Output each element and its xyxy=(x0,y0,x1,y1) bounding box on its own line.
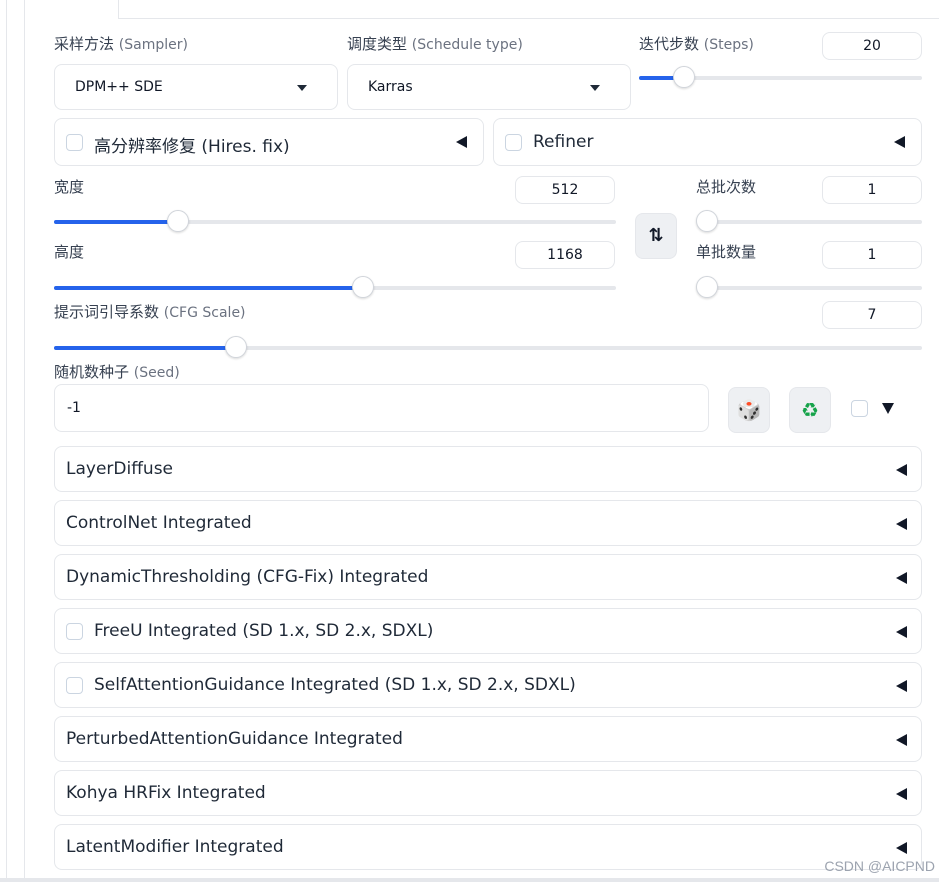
hires-fix-title: 高分辨率修复 (Hires. fix) xyxy=(94,137,290,157)
steps-input[interactable]: 20 xyxy=(822,32,922,60)
sampler-value: DPM++ SDE xyxy=(75,79,163,95)
accordion-title: LatentModifier Integrated xyxy=(66,837,284,857)
frame-divider xyxy=(6,0,7,882)
bottom-divider xyxy=(0,878,939,882)
sampler-dropdown[interactable]: DPM++ SDE xyxy=(54,64,338,110)
chevron-down-icon xyxy=(590,85,600,91)
caret-left-icon[interactable] xyxy=(896,680,907,692)
swap-dimensions-button[interactable]: ⇅ xyxy=(635,213,677,259)
accordion-dynamic-thresholding[interactable]: DynamicThresholding (CFG-Fix) Integrated xyxy=(54,554,922,600)
width-input[interactable]: 512 xyxy=(515,176,615,204)
batch-size-input[interactable]: 1 xyxy=(822,241,922,269)
batch-count-slider-thumb[interactable] xyxy=(696,210,718,232)
caret-left-icon[interactable] xyxy=(896,518,907,530)
swap-vertical-icon: ⇅ xyxy=(648,225,664,246)
accordion-title: Kohya HRFix Integrated xyxy=(66,783,266,803)
height-slider-fill xyxy=(54,286,363,290)
refiner-checkbox[interactable] xyxy=(505,134,522,151)
refiner-title: Refiner xyxy=(533,132,594,152)
accordion-self-attention-guidance[interactable]: SelfAttentionGuidance Integrated (SD 1.x… xyxy=(54,662,922,708)
batch-count-slider[interactable] xyxy=(696,210,922,232)
cfg-scale-label: 提示词引导系数 (CFG Scale) xyxy=(54,303,246,321)
batch-count-input[interactable]: 1 xyxy=(822,176,922,204)
accordion-title: SelfAttentionGuidance Integrated (SD 1.x… xyxy=(94,675,576,695)
left-frame xyxy=(0,0,25,882)
seed-value: -1 xyxy=(67,400,81,416)
sampler-label: 采样方法 (Sampler) xyxy=(54,35,188,53)
hires-fix-checkbox[interactable] xyxy=(66,134,83,151)
accordion-layerdiffuse[interactable]: LayerDiffuse xyxy=(54,446,922,492)
caret-down-icon[interactable] xyxy=(882,403,894,414)
width-slider[interactable] xyxy=(54,210,616,232)
caret-left-icon[interactable] xyxy=(896,842,907,854)
random-seed-button[interactable]: 🎲 xyxy=(728,387,770,433)
height-input[interactable]: 1168 xyxy=(515,241,615,269)
steps-slider-thumb[interactable] xyxy=(673,66,695,88)
accordion-title: PerturbedAttentionGuidance Integrated xyxy=(66,729,403,749)
caret-left-icon[interactable] xyxy=(456,136,467,148)
accordion-freeu[interactable]: FreeU Integrated (SD 1.x, SD 2.x, SDXL) xyxy=(54,608,922,654)
caret-left-icon[interactable] xyxy=(896,788,907,800)
recycle-icon: ♻ xyxy=(801,398,819,422)
schedule-type-value: Karras xyxy=(368,79,413,95)
batch-size-slider-thumb[interactable] xyxy=(696,276,718,298)
dice-icon: 🎲 xyxy=(736,398,762,422)
refiner-panel[interactable]: Refiner xyxy=(493,118,922,166)
caret-left-icon[interactable] xyxy=(896,734,907,746)
cfg-scale-input[interactable]: 7 xyxy=(822,301,922,329)
batch-size-slider[interactable] xyxy=(696,276,922,298)
accordion-perturbed-attention-guidance[interactable]: PerturbedAttentionGuidance Integrated xyxy=(54,716,922,762)
cfg-scale-slider-fill xyxy=(54,346,236,350)
schedule-type-label: 调度类型 (Schedule type) xyxy=(347,35,523,53)
batch-count-label: 总批次数 xyxy=(696,178,757,196)
width-slider-fill xyxy=(54,220,178,224)
accordion-kohya-hrfix[interactable]: Kohya HRFix Integrated xyxy=(54,770,922,816)
width-slider-thumb[interactable] xyxy=(167,210,189,232)
accordion-title: ControlNet Integrated xyxy=(66,513,252,533)
accordion-title: FreeU Integrated (SD 1.x, SD 2.x, SDXL) xyxy=(94,621,434,641)
caret-left-icon[interactable] xyxy=(896,464,907,476)
caret-left-icon[interactable] xyxy=(896,626,907,638)
caret-left-icon[interactable] xyxy=(896,572,907,584)
chevron-down-icon xyxy=(297,85,307,91)
steps-slider[interactable] xyxy=(639,66,922,88)
watermark: CSDN @AICPND xyxy=(824,858,935,874)
batch-size-label: 单批数量 xyxy=(696,243,757,261)
width-label: 宽度 xyxy=(54,178,85,196)
height-label: 高度 xyxy=(54,243,85,261)
height-slider[interactable] xyxy=(54,276,616,298)
seed-input[interactable]: -1 xyxy=(54,384,709,432)
steps-label: 迭代步数 (Steps) xyxy=(639,35,754,53)
freeu-checkbox[interactable] xyxy=(66,623,83,640)
schedule-type-dropdown[interactable]: Karras xyxy=(347,64,631,110)
self-attention-guidance-checkbox[interactable] xyxy=(66,677,83,694)
height-slider-thumb[interactable] xyxy=(352,276,374,298)
caret-left-icon[interactable] xyxy=(894,136,905,148)
accordion-controlnet[interactable]: ControlNet Integrated xyxy=(54,500,922,546)
extra-seed-checkbox[interactable] xyxy=(851,400,868,417)
tab-bar-stub xyxy=(118,0,939,19)
accordion-latent-modifier[interactable]: LatentModifier Integrated xyxy=(54,824,922,870)
cfg-scale-slider[interactable] xyxy=(54,336,922,358)
cfg-scale-slider-thumb[interactable] xyxy=(225,336,247,358)
accordion-title: LayerDiffuse xyxy=(66,459,174,479)
reuse-seed-button[interactable]: ♻ xyxy=(789,387,831,433)
hires-fix-panel[interactable]: 高分辨率修复 (Hires. fix) xyxy=(54,118,484,166)
seed-label: 随机数种子 (Seed) xyxy=(54,363,180,381)
accordion-title: DynamicThresholding (CFG-Fix) Integrated xyxy=(66,567,429,587)
